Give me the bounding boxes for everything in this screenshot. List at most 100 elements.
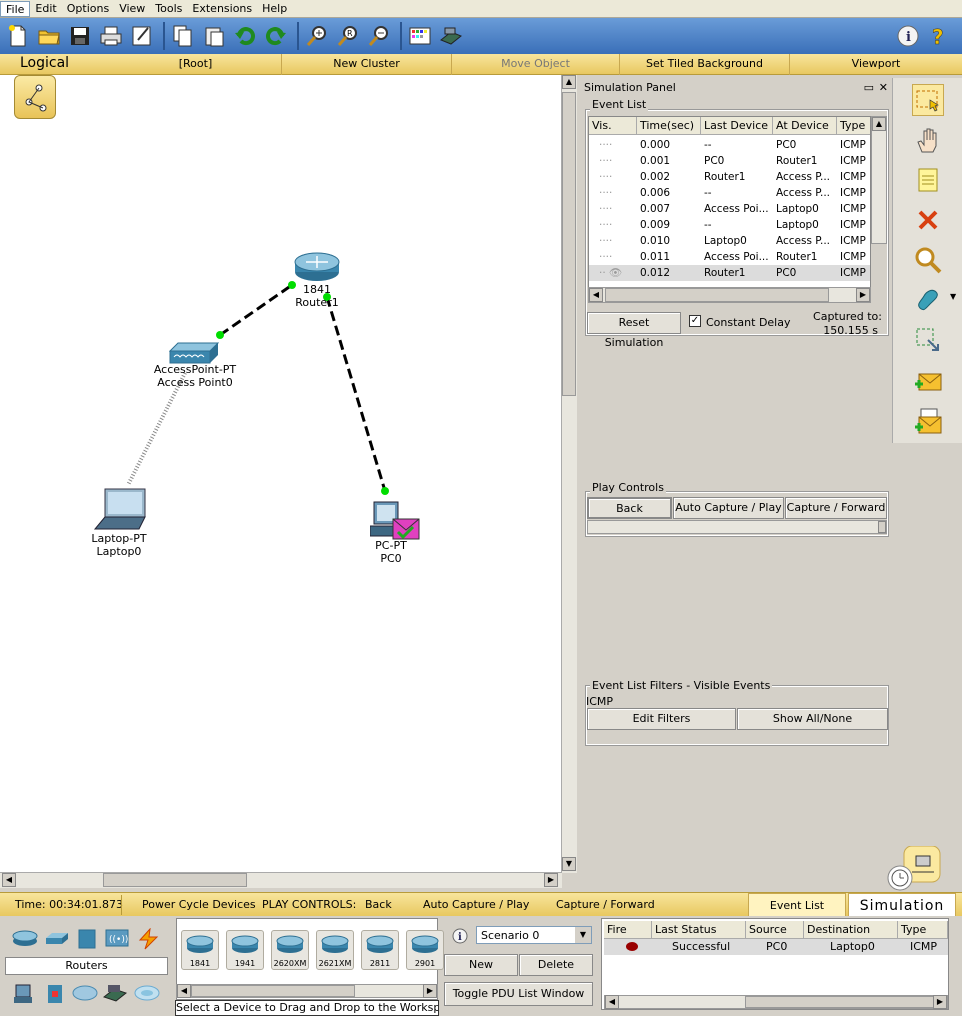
select-tool-icon[interactable]	[912, 84, 944, 116]
scroll-right-icon[interactable]: ▶	[856, 288, 870, 302]
scenario-select[interactable]: Scenario 0 ▼	[476, 926, 592, 944]
edit-filters-button[interactable]: Edit Filters	[587, 708, 736, 730]
resize-tool-icon[interactable]	[912, 324, 944, 356]
scroll-left-icon[interactable]: ◀	[589, 288, 603, 302]
custom-device-icon[interactable]	[437, 22, 465, 50]
info-icon[interactable]: i	[894, 22, 922, 50]
link-router-pc[interactable]	[325, 296, 387, 492]
bottom-auto-capture-button[interactable]: Auto Capture / Play	[423, 893, 529, 917]
save-icon[interactable]	[66, 22, 94, 50]
help-icon[interactable]: ?	[925, 22, 953, 50]
column-time[interactable]: Time(sec)	[637, 117, 701, 135]
connections-category-icon[interactable]	[136, 927, 162, 950]
constant-delay-checkbox[interactable]: ✓	[689, 315, 701, 327]
inspect-tool-icon[interactable]	[912, 244, 944, 276]
column-destination[interactable]: Destination	[804, 921, 898, 939]
menu-file[interactable]: File	[0, 0, 31, 17]
scroll-right-icon[interactable]: ▶	[933, 995, 947, 1009]
info-icon[interactable]: i	[452, 928, 468, 944]
fire-indicator-icon[interactable]	[626, 942, 638, 951]
toggle-pdu-list-button[interactable]: Toggle PDU List Window	[444, 982, 593, 1006]
hand-tool-icon[interactable]	[912, 124, 944, 156]
pdu-hthumb[interactable]	[745, 996, 935, 1008]
event-list-hscroll[interactable]: ◀ ▶	[588, 287, 871, 303]
delete-tool-icon[interactable]	[912, 204, 944, 236]
device-model-2621XM[interactable]: 2621XM	[316, 930, 354, 970]
capture-forward-button[interactable]: Capture / Forward	[785, 497, 887, 519]
simulation-mode-tab[interactable]: Simulation	[848, 893, 956, 917]
open-folder-icon[interactable]	[35, 22, 63, 50]
pc-device[interactable]	[369, 498, 422, 542]
new-scenario-button[interactable]: New	[444, 954, 518, 976]
bottom-back-button[interactable]: Back	[365, 893, 392, 917]
router-device[interactable]	[294, 252, 340, 282]
column-vis[interactable]: Vis.	[589, 117, 637, 135]
close-icon[interactable]: ✕	[879, 80, 888, 96]
menu-options[interactable]: Options	[62, 1, 114, 17]
simulation-mode-badge[interactable]	[880, 845, 962, 892]
scroll-left-icon[interactable]: ◀	[177, 984, 191, 998]
canvas-horizontal-thumb[interactable]	[103, 873, 247, 887]
undo-icon[interactable]	[231, 22, 259, 50]
play-speed-handle[interactable]	[878, 521, 886, 533]
event-list-table[interactable]: Vis. Time(sec) Last Device At Device Typ…	[588, 116, 871, 288]
hubs-category-icon[interactable]	[76, 928, 102, 950]
canvas-vertical-thumb[interactable]	[562, 92, 576, 396]
device-model-1941[interactable]: 1941	[226, 930, 264, 970]
user-pdu-table[interactable]: Fire Last Status Source Destination Type…	[601, 918, 949, 1010]
switches-category-icon[interactable]	[44, 928, 70, 950]
event-row[interactable]: ·· 👁 0.012 Router1 PC0 ICMP	[589, 265, 870, 281]
routers-category-icon[interactable]	[12, 928, 38, 950]
activity-wizard-icon[interactable]	[128, 22, 156, 50]
chevron-down-icon[interactable]: ▼	[575, 927, 591, 943]
add-simple-pdu-icon[interactable]	[912, 366, 944, 398]
device-model-2811[interactable]: 2811	[361, 930, 399, 970]
canvas-horizontal-scrollbar[interactable]: ◀ ▶	[0, 872, 562, 888]
power-cycle-button[interactable]: Power Cycle Devices	[142, 893, 256, 917]
multiuser-category-icon[interactable]	[134, 983, 160, 1005]
column-last-status[interactable]: Last Status	[652, 921, 746, 939]
scroll-right-icon[interactable]: ▶	[544, 873, 558, 887]
security-category-icon[interactable]	[44, 983, 70, 1005]
logical-workspace[interactable]	[0, 75, 562, 872]
tiled-background-button[interactable]: Set Tiled Background	[620, 54, 790, 75]
delete-scenario-button[interactable]: Delete	[519, 954, 593, 976]
logical-view-icon[interactable]	[14, 75, 56, 119]
column-source[interactable]: Source	[746, 921, 804, 939]
wan-emulation-category-icon[interactable]	[72, 983, 98, 1005]
event-row[interactable]: ···· 0.006 -- Access P... ICMP	[589, 185, 870, 201]
menu-edit[interactable]: Edit	[30, 1, 61, 17]
device-model-2901[interactable]: 2901	[406, 930, 444, 970]
back-button[interactable]: Back	[587, 497, 672, 519]
palette-icon[interactable]	[406, 22, 434, 50]
pdu-hscroll[interactable]: ◀ ▶	[604, 995, 948, 1009]
menu-extensions[interactable]: Extensions	[187, 1, 257, 17]
zoom-in-icon[interactable]	[303, 22, 331, 50]
logical-tab[interactable]: Logical	[0, 54, 80, 75]
new-file-icon[interactable]	[4, 22, 32, 50]
event-row[interactable]: ···· 0.011 Access Poi... Router1 ICMP	[589, 249, 870, 265]
column-fire[interactable]: Fire	[604, 921, 652, 939]
print-icon[interactable]	[97, 22, 125, 50]
scroll-up-icon[interactable]: ▲	[872, 117, 886, 131]
device-list-hscroll[interactable]: ◀ ▶	[176, 984, 438, 998]
show-all-none-button[interactable]: Show All/None	[737, 708, 888, 730]
event-list-vscroll[interactable]: ▲	[871, 116, 887, 244]
column-last-device[interactable]: Last Device	[701, 117, 773, 135]
device-model-2620XM[interactable]: 2620XM	[271, 930, 309, 970]
redo-icon[interactable]	[262, 22, 290, 50]
root-button[interactable]: [Root]	[110, 54, 282, 75]
event-row[interactable]: ···· 0.000 -- PC0 ICMP	[589, 137, 870, 153]
zoom-out-icon[interactable]	[365, 22, 393, 50]
menu-view[interactable]: View	[114, 1, 150, 17]
event-row[interactable]: ···· 0.009 -- Laptop0 ICMP	[589, 217, 870, 233]
move-object-button[interactable]: Move Object	[452, 54, 620, 75]
chevron-down-icon[interactable]: ▼	[950, 292, 956, 301]
column-type[interactable]: Type	[898, 921, 948, 939]
scroll-down-icon[interactable]: ▼	[562, 857, 576, 871]
event-row[interactable]: ···· 0.001 PC0 Router1 ICMP	[589, 153, 870, 169]
column-at-device[interactable]: At Device	[773, 117, 837, 135]
note-tool-icon[interactable]	[912, 164, 944, 196]
reset-simulation-button[interactable]: Reset Simulation	[587, 312, 681, 349]
zoom-reset-icon[interactable]: R	[334, 22, 362, 50]
